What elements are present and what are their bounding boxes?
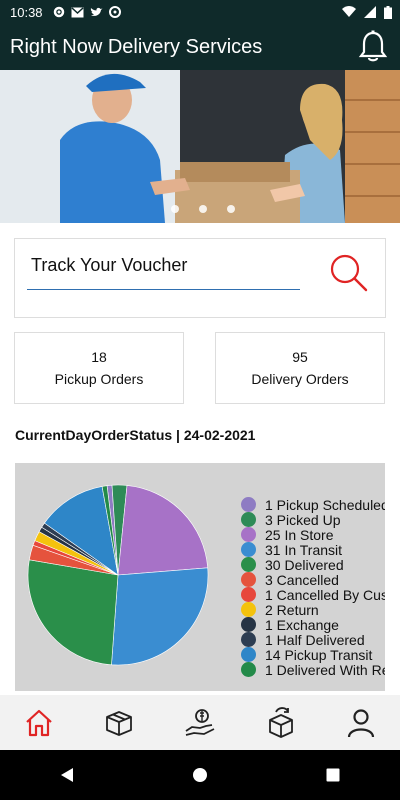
pickup-orders-label: Pickup Orders: [54, 371, 144, 387]
legend-swatch: [241, 527, 256, 542]
legend-item: 25 In Store: [241, 526, 385, 543]
legend-swatch: [241, 647, 256, 662]
back-icon[interactable]: [59, 767, 75, 783]
legend-label: 1 Delivered With Return: [265, 661, 385, 678]
settings-icon: [53, 6, 64, 18]
input-underline: [27, 289, 300, 290]
delivery-orders-label: Delivery Orders: [251, 371, 349, 387]
pie-slice-3: [111, 567, 209, 666]
promo-banner[interactable]: [0, 70, 400, 223]
system-navigation-bar: [0, 750, 400, 800]
legend-item: 1 Delivered With Return: [241, 661, 385, 678]
legend-swatch: [241, 497, 256, 512]
profile-icon[interactable]: [346, 708, 376, 738]
home-icon[interactable]: [24, 708, 54, 738]
delivery-orders-card[interactable]: 95 Delivery Orders: [215, 332, 385, 404]
carousel-dot[interactable]: [227, 205, 235, 213]
carousel-dot[interactable]: [199, 205, 207, 213]
legend-item: 1 Cancelled By Customer: [241, 586, 385, 603]
legend-swatch: [241, 602, 256, 617]
app-bar: Right Now Delivery Services: [0, 24, 400, 70]
legend-swatch: [241, 572, 256, 587]
home-circle-icon[interactable]: [192, 767, 208, 783]
pie-slice-4: [27, 559, 119, 666]
pickup-orders-count: 18: [91, 349, 107, 365]
track-voucher-input[interactable]: Track Your Voucher: [31, 255, 187, 276]
legend-item: 14 Pickup Transit: [241, 646, 385, 663]
legend-item: 1 Half Delivered: [241, 631, 385, 648]
carousel-dots[interactable]: [171, 205, 235, 213]
delivery-orders-count: 95: [292, 349, 308, 365]
recents-icon[interactable]: [325, 767, 341, 783]
carousel-dot[interactable]: [171, 205, 179, 213]
chart-legend: 1 Pickup Scheduled 3 Picked Up 25 In Store…: [241, 496, 385, 678]
pickup-orders-card[interactable]: 18 Pickup Orders: [14, 332, 184, 404]
banner-photo: [0, 70, 400, 223]
bottom-navigation: [0, 695, 400, 750]
app-title: Right Now Delivery Services: [10, 35, 263, 58]
legend-swatch: [241, 632, 256, 647]
legend-label: 31 In Transit: [265, 541, 343, 558]
legend-label: 2 Return: [265, 601, 319, 618]
notification-bell-icon[interactable]: [358, 30, 388, 64]
status-time: 10:38: [10, 4, 43, 20]
legend-label: 1 Exchange: [265, 616, 339, 633]
legend-label: 1 Pickup Scheduled: [265, 496, 385, 513]
legend-label: 1 Cancelled By Customer: [265, 586, 385, 603]
legend-swatch: [241, 542, 256, 557]
sync-icon: [108, 6, 121, 18]
battery-icon: [384, 5, 392, 19]
legend-item: 3 Picked Up: [241, 511, 385, 528]
legend-swatch: [241, 587, 256, 602]
twitter-icon: [90, 7, 103, 16]
legend-swatch: [241, 557, 256, 572]
legend-label: 30 Delivered: [265, 556, 344, 573]
legend-swatch: [241, 617, 256, 632]
legend-swatch: [241, 512, 256, 527]
package-icon[interactable]: [103, 708, 135, 738]
legend-label: 3 Cancelled: [265, 571, 339, 588]
legend-item: 31 In Transit: [241, 541, 385, 558]
signal-icon: [364, 6, 376, 18]
legend-label: 1 Half Delivered: [265, 631, 365, 648]
status-icons: [53, 6, 121, 18]
legend-swatch: [241, 662, 256, 677]
payment-hand-icon[interactable]: [184, 707, 216, 739]
legend-item: 2 Return: [241, 601, 385, 618]
legend-label: 25 In Store: [265, 526, 334, 543]
order-status-chart: 1 Pickup Scheduled 3 Picked Up 25 In Store…: [15, 463, 385, 691]
legend-item: 1 Exchange: [241, 616, 385, 633]
legend-item: 3 Cancelled: [241, 571, 385, 588]
status-bar: 10:38: [0, 0, 400, 24]
legend-label: 3 Picked Up: [265, 511, 341, 528]
pie-slice-2: [117, 485, 209, 576]
order-status-heading: CurrentDayOrderStatus | 24-02-2021: [15, 427, 256, 443]
legend-item: 1 Pickup Scheduled: [241, 496, 385, 513]
legend-item: 30 Delivered: [241, 556, 385, 573]
mail-icon: [71, 6, 84, 17]
legend-label: 14 Pickup Transit: [265, 646, 373, 663]
track-voucher-card: Track Your Voucher: [14, 238, 386, 318]
package-return-icon[interactable]: [265, 706, 297, 739]
wifi-icon: [342, 6, 356, 17]
pie-chart: [27, 484, 209, 666]
search-icon[interactable]: [329, 253, 369, 293]
